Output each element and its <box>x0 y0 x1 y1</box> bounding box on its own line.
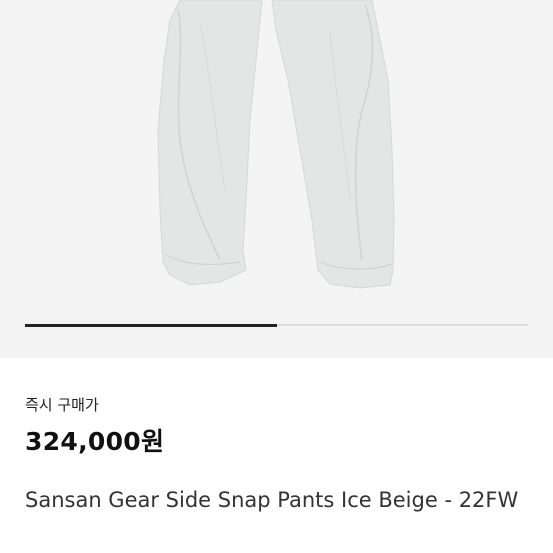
product-image-area[interactable] <box>0 0 553 358</box>
product-title: Sansan Gear Side Snap Pants Ice Beige - … <box>25 488 519 512</box>
product-image <box>157 0 395 289</box>
carousel-indicator <box>25 323 528 327</box>
carousel-indicator-active <box>25 323 277 327</box>
price-label: 즉시 구매가 <box>25 396 99 414</box>
price-value: 324,000원 <box>25 427 165 456</box>
product-info: 즉시 구매가 324,000원 Sansan Gear Side Snap Pa… <box>25 394 528 516</box>
